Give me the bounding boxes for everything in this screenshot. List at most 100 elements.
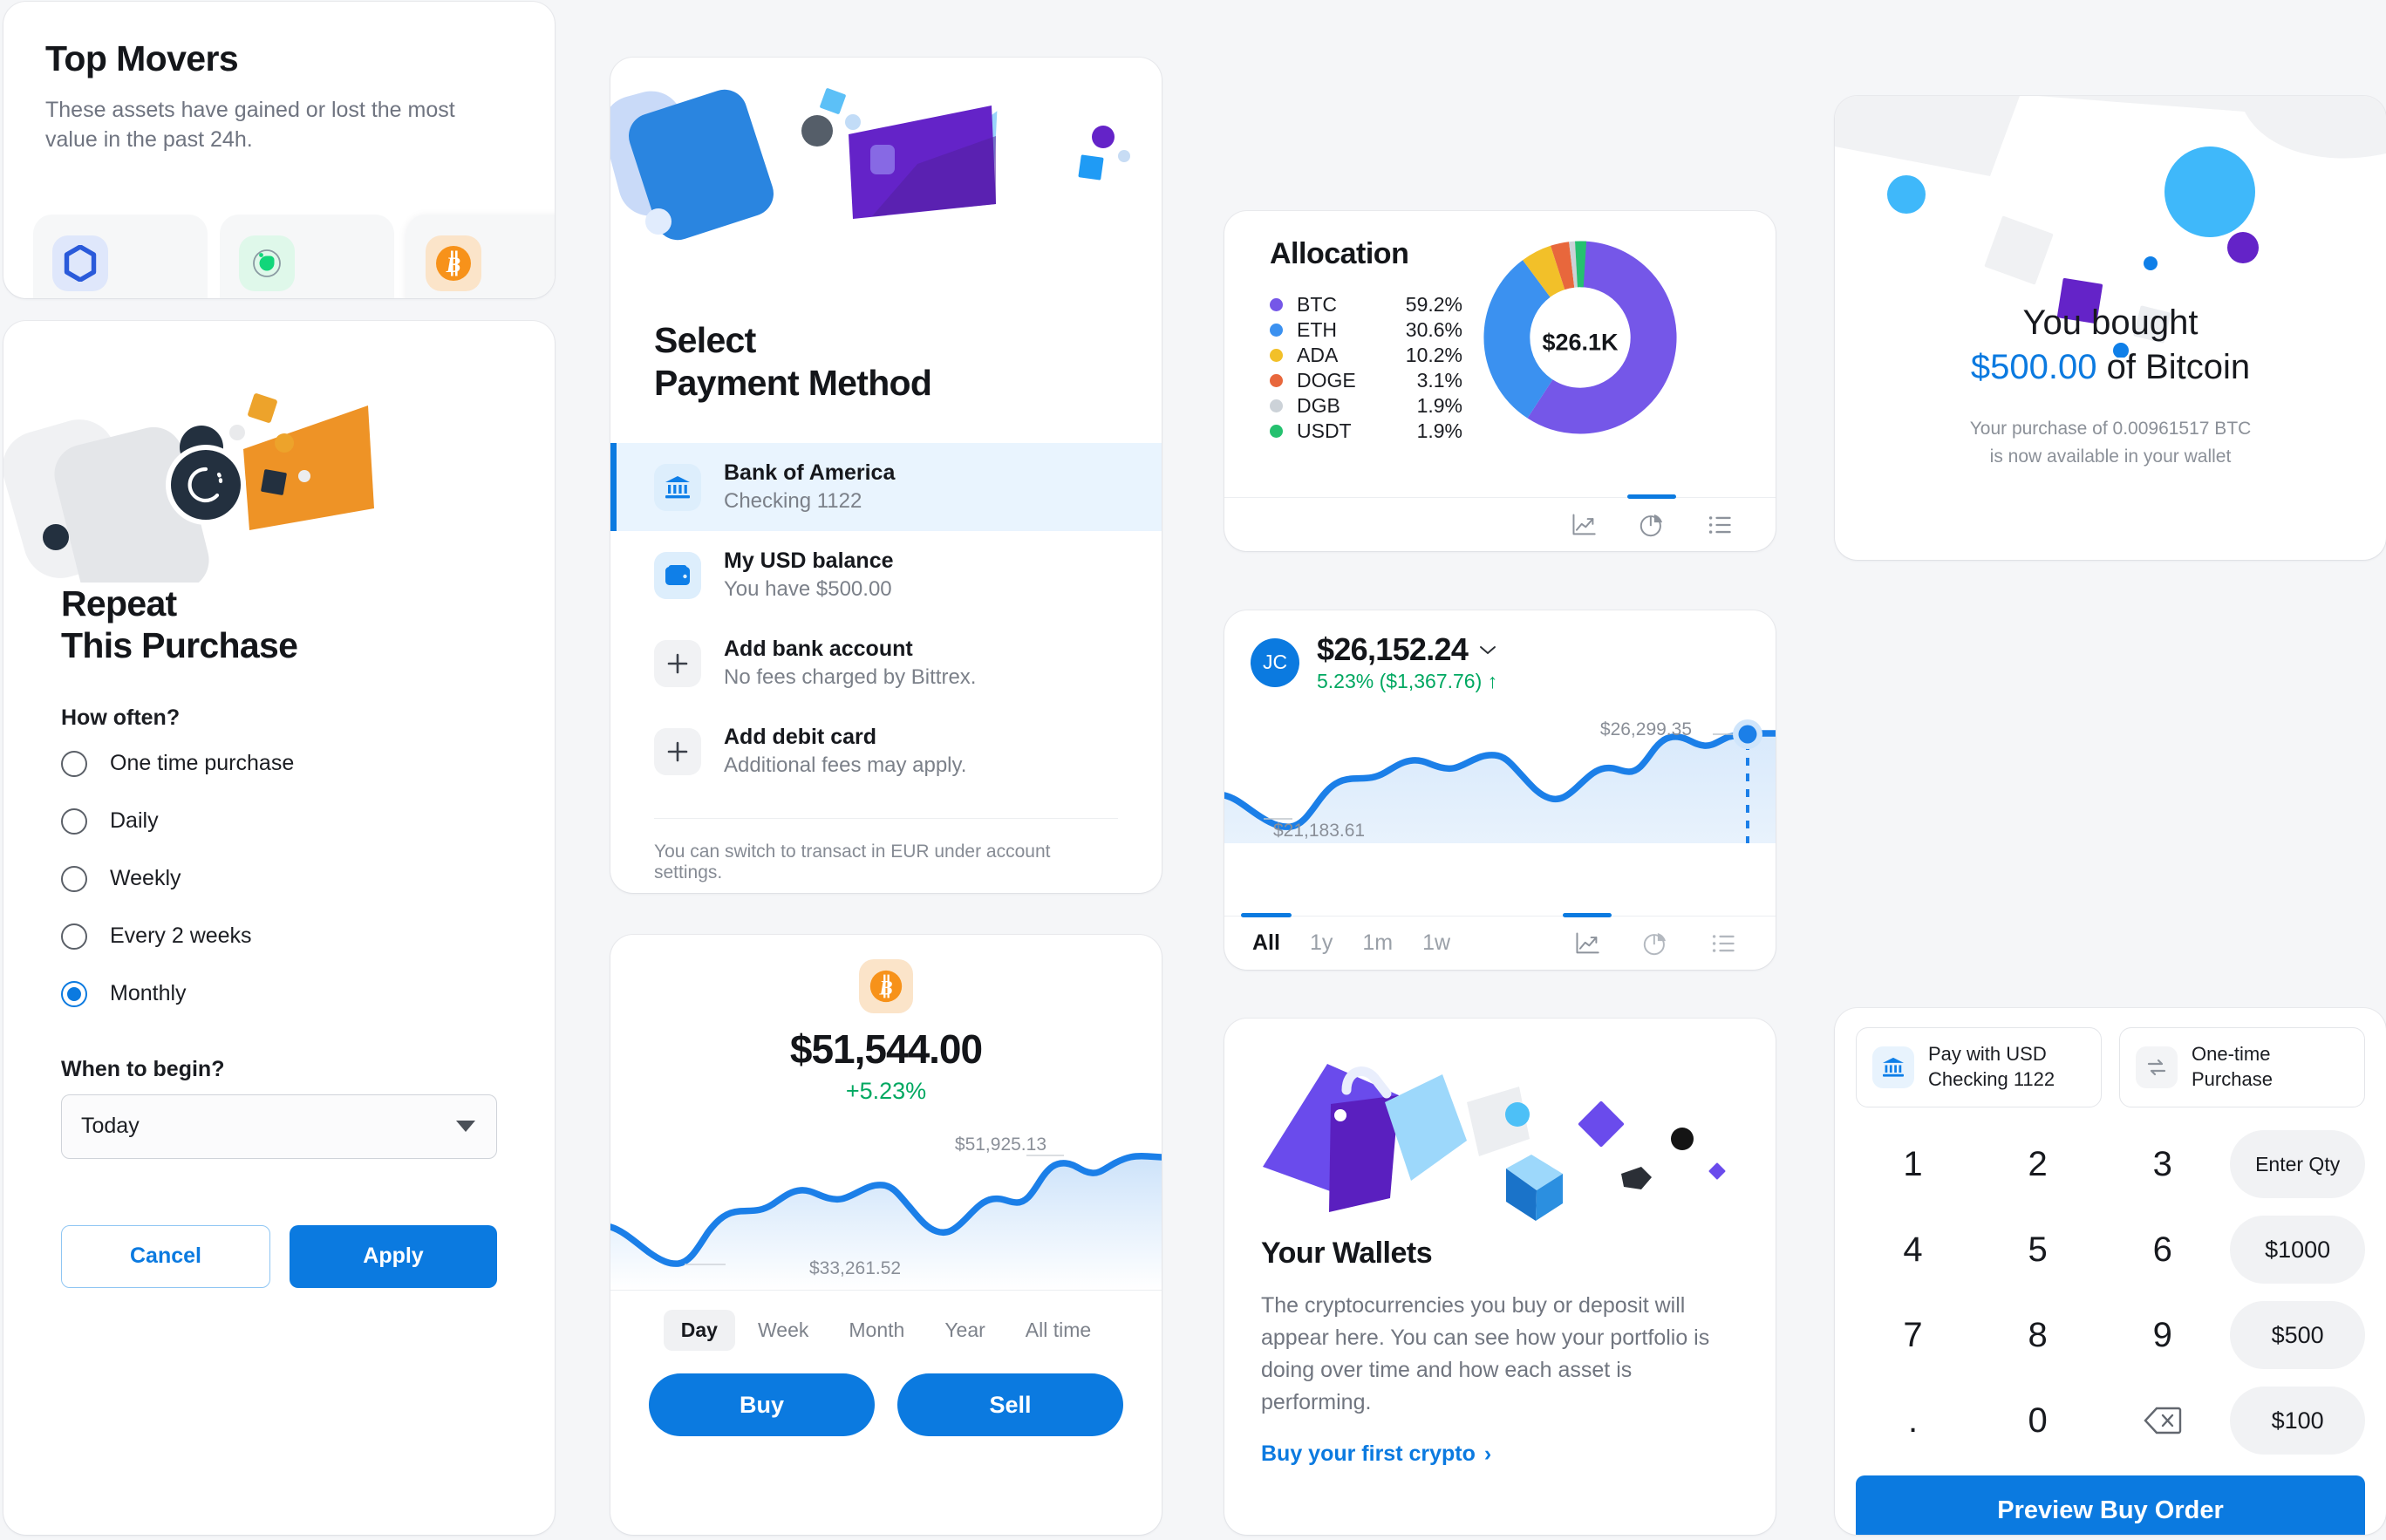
list-item[interactable]: Siacoin (SC) $0.01052 -5.48% ↓ bbox=[220, 215, 394, 298]
payment-method-add-bank-account[interactable]: Add bank account No fees charged by Bitt… bbox=[610, 619, 1162, 707]
allocation-body: Allocation BTC 59.2% ETH 30.6% ADA 10.2% DO… bbox=[1224, 211, 1776, 444]
radio-label: Daily bbox=[110, 808, 159, 834]
how-often-label: How often? bbox=[61, 705, 181, 730]
avatar[interactable]: JC bbox=[1251, 637, 1299, 687]
sell-button[interactable]: Sell bbox=[897, 1373, 1123, 1436]
line-chart-icon[interactable] bbox=[1566, 508, 1601, 542]
bitcoin-price-chart: $51,925.13 $33,261.52 bbox=[610, 1124, 1162, 1290]
range-all-time[interactable]: All time bbox=[1008, 1310, 1108, 1351]
key-9[interactable]: 9 bbox=[2105, 1292, 2219, 1378]
tab-1m[interactable]: 1m bbox=[1362, 930, 1393, 956]
key-8[interactable]: 8 bbox=[1980, 1292, 2095, 1378]
key-5[interactable]: 5 bbox=[1980, 1207, 2095, 1292]
pie-chart-icon[interactable] bbox=[1638, 926, 1673, 961]
range-month[interactable]: Month bbox=[831, 1310, 922, 1351]
app-canvas: Top Movers These assets have gained or l… bbox=[0, 0, 2386, 1540]
radio-option-weekly[interactable]: Weekly bbox=[61, 855, 497, 903]
list-item[interactable]: Chainlink (LINK) $14.11 -6.65% ↓ bbox=[33, 215, 208, 298]
key-decimal[interactable]: . bbox=[1856, 1378, 1970, 1463]
chevron-down-icon bbox=[1480, 646, 1496, 655]
radio-circle-icon bbox=[61, 807, 87, 835]
line-chart-icon[interactable] bbox=[1563, 912, 1612, 961]
active-indicator bbox=[1563, 912, 1612, 917]
apply-button[interactable]: Apply bbox=[290, 1224, 497, 1288]
legend-swatch-eth bbox=[1270, 324, 1283, 337]
tab-1y[interactable]: 1y bbox=[1310, 930, 1333, 956]
payment-method-text: Add debit card Additional fees may apply… bbox=[724, 725, 966, 778]
payment-method-text: My USD balance You have $500.00 bbox=[724, 549, 894, 602]
payment-method-usd-balance[interactable]: My USD balance You have $500.00 bbox=[610, 531, 1162, 619]
legend-item: USDT 1.9% bbox=[1270, 419, 1462, 444]
legend-swatch-ada bbox=[1270, 349, 1283, 362]
radio-circle-icon bbox=[61, 923, 87, 950]
quick-enter-qty-button[interactable]: Enter Qty bbox=[2230, 1130, 2365, 1198]
repeat-purchase-card: Repeat This Purchase How often? One time… bbox=[3, 321, 555, 1535]
legend-value: 59.2% bbox=[1405, 293, 1462, 316]
radio-option-monthly[interactable]: Monthly bbox=[61, 970, 497, 1019]
wallet-icon bbox=[654, 551, 701, 599]
repeat-icon bbox=[2136, 1046, 2178, 1088]
wallets-description: The cryptocurrencies you buy or deposit … bbox=[1261, 1293, 1710, 1414]
list-icon[interactable] bbox=[1702, 508, 1737, 542]
confirmation-line2: $500.00 of Bitcoin bbox=[1970, 348, 2251, 386]
payment-method-add-debit-card[interactable]: Add debit card Additional fees may apply… bbox=[610, 707, 1162, 795]
wallets-illustration bbox=[1224, 1019, 1776, 1237]
key-3[interactable]: 3 bbox=[2105, 1121, 2219, 1207]
card-title: Allocation bbox=[1270, 237, 1409, 270]
tab-all[interactable]: All bbox=[1240, 913, 1292, 956]
backspace-icon[interactable] bbox=[2105, 1378, 2219, 1463]
legend-swatch-btc bbox=[1270, 298, 1283, 311]
bitcoin-icon: B bbox=[426, 235, 481, 291]
key-4[interactable]: 4 bbox=[1856, 1207, 1970, 1292]
range-day[interactable]: Day bbox=[663, 1310, 735, 1351]
chart-high-label: $51,925.13 bbox=[954, 1135, 1046, 1155]
purchase-frequency-chip[interactable]: One-time Purchase bbox=[2119, 1027, 2365, 1107]
list-icon[interactable] bbox=[1706, 926, 1741, 961]
start-date-select[interactable]: Today bbox=[61, 1094, 497, 1159]
card-title: Select Payment Method bbox=[654, 320, 932, 404]
quick-100-button[interactable]: $100 bbox=[2230, 1387, 2365, 1455]
key-7[interactable]: 7 bbox=[1856, 1292, 1970, 1378]
pie-chart-icon[interactable] bbox=[1627, 494, 1676, 542]
legend-label: BTC bbox=[1297, 293, 1337, 316]
legend-item: DOGE 3.1% bbox=[1270, 368, 1462, 393]
keypad-grid: 1 2 3 Enter Qty 4 5 6 $1000 7 8 9 $500 .… bbox=[1835, 1107, 2386, 1463]
bank-icon bbox=[1872, 1046, 1914, 1088]
tab-1w[interactable]: 1w bbox=[1422, 930, 1450, 956]
allocation-card: Allocation BTC 59.2% ETH 30.6% ADA 10.2% DO… bbox=[1224, 211, 1776, 551]
payment-method-desc: You have $500.00 bbox=[724, 577, 892, 602]
buy-first-crypto-link[interactable]: Buy your first crypto › bbox=[1261, 1441, 1739, 1467]
quick-1000-button[interactable]: $1000 bbox=[2230, 1216, 2365, 1284]
key-0[interactable]: 0 bbox=[1980, 1378, 2095, 1463]
legend-swatch-dgb bbox=[1270, 399, 1283, 412]
payment-method-bank-of-america[interactable]: Bank of America Checking 1122 bbox=[610, 443, 1162, 532]
active-indicator bbox=[1627, 494, 1676, 499]
legend-label: USDT bbox=[1297, 419, 1352, 442]
your-wallets-card: Your Wallets The cryptocurrencies you bu… bbox=[1224, 1019, 1776, 1535]
arrow-up-icon: ↑ bbox=[1487, 670, 1498, 692]
confirmation-text: You bought $500.00 of Bitcoin Your purch… bbox=[1835, 303, 2386, 471]
list-item[interactable]: B Bitcoin $51,5 5.23% bbox=[406, 215, 555, 298]
key-2[interactable]: 2 bbox=[1980, 1121, 2095, 1207]
radio-option-one-time[interactable]: One time purchase bbox=[61, 739, 497, 788]
legend-item: ETH 30.6% bbox=[1270, 317, 1462, 343]
portfolio-value[interactable]: $26,152.24 bbox=[1317, 631, 1497, 668]
plus-icon bbox=[654, 639, 701, 687]
radio-option-every-2-weeks[interactable]: Every 2 weeks bbox=[61, 912, 497, 961]
radio-label: Monthly bbox=[110, 981, 187, 1006]
key-6[interactable]: 6 bbox=[2105, 1207, 2219, 1292]
radio-label: Weekly bbox=[110, 866, 181, 891]
range-week[interactable]: Week bbox=[740, 1310, 826, 1351]
radio-option-daily[interactable]: Daily bbox=[61, 797, 497, 846]
buy-keypad-card: Pay with USD Checking 1122 One-time Purc… bbox=[1835, 1008, 2386, 1535]
cancel-button[interactable]: Cancel bbox=[61, 1224, 270, 1288]
radio-label: One time purchase bbox=[110, 751, 295, 776]
preview-buy-order-button[interactable]: Preview Buy Order bbox=[1856, 1475, 2365, 1535]
chainlink-icon bbox=[52, 235, 108, 291]
quick-500-button[interactable]: $500 bbox=[2230, 1301, 2365, 1369]
buy-button[interactable]: Buy bbox=[649, 1373, 875, 1436]
portfolio-area-chart: $26,299.35 $21,183.61 bbox=[1224, 697, 1776, 880]
range-year[interactable]: Year bbox=[927, 1310, 1002, 1351]
key-1[interactable]: 1 bbox=[1856, 1121, 1970, 1207]
pay-with-chip[interactable]: Pay with USD Checking 1122 bbox=[1856, 1027, 2102, 1107]
